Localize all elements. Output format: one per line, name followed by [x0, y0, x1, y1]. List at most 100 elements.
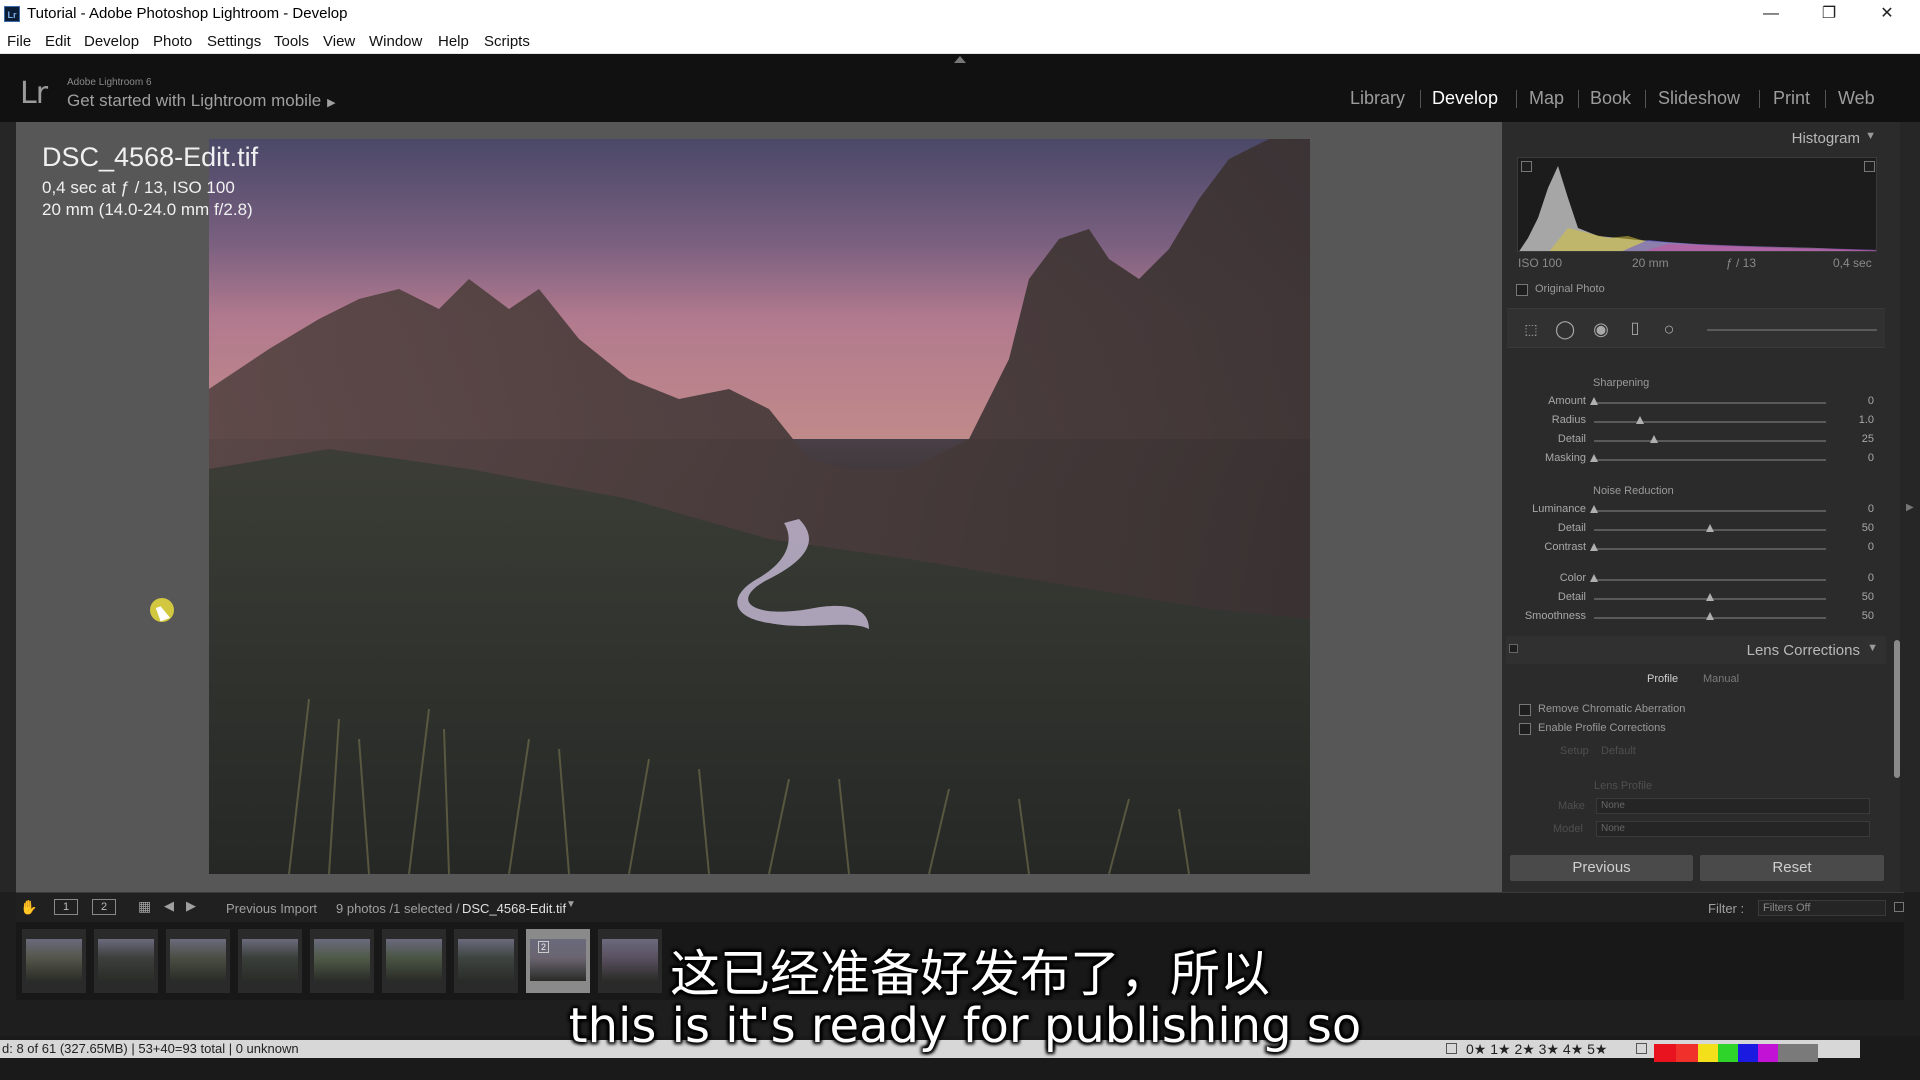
module-print[interactable]: Print — [1773, 88, 1810, 109]
slider-track[interactable] — [1594, 402, 1826, 404]
remove-ca-checkbox[interactable] — [1519, 704, 1531, 716]
slider-thumb[interactable] — [1590, 543, 1598, 551]
slider-thumb[interactable] — [1636, 416, 1645, 424]
lens-corrections-header[interactable]: Lens Corrections ▼ — [1506, 636, 1886, 664]
photo-preview[interactable] — [209, 139, 1310, 874]
slider-track[interactable] — [1594, 440, 1826, 442]
setup-value[interactable]: Default — [1601, 745, 1636, 757]
collapse-top-panel-icon[interactable] — [954, 56, 966, 63]
setup-label: Setup — [1560, 745, 1589, 757]
left-panel-collapsed[interactable] — [0, 122, 16, 892]
original-photo-checkbox[interactable] — [1516, 284, 1528, 296]
histogram-aperture: ƒ / 13 — [1726, 256, 1757, 270]
menu-settings[interactable]: Settings — [207, 33, 261, 50]
slider-value[interactable]: 25 — [1844, 433, 1874, 445]
forward-arrow-icon[interactable]: ▶ — [186, 898, 196, 914]
slider-thumb[interactable] — [1590, 574, 1598, 582]
menu-photo[interactable]: Photo — [153, 33, 192, 50]
menu-view[interactable]: View — [323, 33, 355, 50]
menu-scripts[interactable]: Scripts — [484, 33, 530, 50]
menu-file[interactable]: File — [7, 33, 31, 50]
slider-thumb[interactable] — [1650, 435, 1659, 443]
slider-thumb[interactable] — [1590, 454, 1598, 462]
slider-thumb[interactable] — [1706, 593, 1714, 601]
spot-removal-icon[interactable]: ◯ — [1555, 319, 1575, 339]
lens-profile-title: Lens Profile — [1594, 780, 1653, 792]
model-select[interactable]: None — [1596, 821, 1870, 837]
menu-develop[interactable]: Develop — [84, 33, 139, 50]
original-photo-label: Original Photo — [1535, 283, 1605, 295]
main-window-button[interactable]: 1 — [54, 899, 78, 915]
slider-value[interactable]: 50 — [1844, 522, 1874, 534]
histogram-header[interactable]: Histogram ▼ — [1506, 124, 1886, 152]
maximize-button[interactable]: ❐ — [1800, 0, 1858, 28]
slider-thumb[interactable] — [1590, 505, 1598, 513]
close-button[interactable]: ✕ — [1858, 0, 1916, 28]
play-arrow-icon: ▶ — [327, 97, 336, 109]
slider-label: Detail — [1557, 522, 1586, 534]
previous-button[interactable]: Previous — [1510, 855, 1693, 881]
slider-track[interactable] — [1594, 510, 1826, 512]
crop-tool-icon[interactable]: ⬚ — [1521, 319, 1541, 339]
photo-count: 9 photos /1 selected / — [336, 901, 460, 916]
module-develop[interactable]: Develop — [1432, 88, 1498, 109]
slider-value[interactable]: 50 — [1844, 591, 1874, 603]
dropdown-arrow-icon[interactable]: ▼ — [566, 899, 576, 910]
minimize-button[interactable]: — — [1742, 0, 1800, 28]
highlight-clipping-toggle[interactable] — [1864, 161, 1875, 172]
slider-thumb[interactable] — [1706, 524, 1714, 532]
hand-tool-icon[interactable]: ✋ — [20, 899, 37, 916]
menu-window[interactable]: Window — [369, 33, 422, 50]
mobile-link[interactable]: Get started with Lightroom mobile ▶ — [67, 91, 336, 111]
slider-label: Detail — [1557, 433, 1586, 445]
red-eye-icon[interactable]: ◉ — [1591, 319, 1611, 339]
radial-filter-icon[interactable]: ○ — [1659, 319, 1679, 339]
sharpening-title: Sharpening — [1593, 377, 1650, 389]
expand-right-panel-icon[interactable]: ▶ — [1906, 502, 1914, 513]
module-slideshow[interactable]: Slideshow — [1658, 88, 1740, 109]
tab-manual[interactable]: Manual — [1703, 673, 1739, 685]
slider-value[interactable]: 0 — [1844, 452, 1874, 464]
slider-thumb[interactable] — [1590, 397, 1598, 405]
filter-select[interactable]: Filters Off — [1758, 900, 1886, 916]
window-title: Tutorial - Adobe Photoshop Lightroom - D… — [27, 5, 348, 22]
menu-edit[interactable]: Edit — [45, 33, 71, 50]
slider-value[interactable]: 0 — [1844, 395, 1874, 407]
current-filename[interactable]: DSC_4568-Edit.tif — [462, 901, 566, 916]
slider-thumb[interactable] — [1706, 612, 1714, 620]
module-library[interactable]: Library — [1350, 88, 1405, 109]
histogram-graph[interactable] — [1517, 157, 1877, 252]
enable-profile-checkbox[interactable] — [1519, 723, 1531, 735]
module-web[interactable]: Web — [1838, 88, 1875, 109]
reset-button[interactable]: Reset — [1700, 855, 1884, 881]
slider-track[interactable] — [1594, 459, 1826, 461]
graduated-filter-icon[interactable]: ▯ — [1625, 319, 1645, 339]
back-arrow-icon[interactable]: ◀ — [164, 898, 174, 914]
source-label[interactable]: Previous Import — [226, 901, 317, 916]
module-picker: Library Develop Map Book Slideshow Print… — [1350, 88, 1910, 112]
grid-view-icon[interactable]: ▦ — [138, 898, 151, 915]
module-book[interactable]: Book — [1590, 88, 1631, 109]
make-select[interactable]: None — [1596, 798, 1870, 814]
slider-track[interactable] — [1594, 548, 1826, 550]
adjustment-brush-slider[interactable] — [1707, 329, 1877, 331]
lens-panel-toggle[interactable] — [1509, 644, 1518, 653]
model-label: Model — [1553, 823, 1583, 835]
right-edge[interactable]: ▶ — [1900, 122, 1920, 892]
second-window-button[interactable]: 2 — [92, 899, 116, 915]
slider-track[interactable] — [1594, 579, 1826, 581]
slider-value[interactable]: 1.0 — [1844, 414, 1874, 426]
slider-value[interactable]: 0 — [1844, 572, 1874, 584]
filter-lock-icon[interactable] — [1894, 902, 1904, 912]
lightroom-window: Lr Tutorial - Adobe Photoshop Lightroom … — [0, 0, 1920, 1080]
shadow-clipping-toggle[interactable] — [1521, 161, 1532, 172]
tab-profile[interactable]: Profile — [1647, 673, 1678, 685]
slider-value[interactable]: 0 — [1844, 541, 1874, 553]
menu-help[interactable]: Help — [438, 33, 469, 50]
slider-track[interactable] — [1594, 421, 1826, 423]
module-map[interactable]: Map — [1529, 88, 1564, 109]
slider-value[interactable]: 50 — [1844, 610, 1874, 622]
menu-tools[interactable]: Tools — [274, 33, 309, 50]
slider-value[interactable]: 0 — [1844, 503, 1874, 515]
subtitle-chinese: 这已经准备好发布了，所以 — [670, 945, 1270, 1003]
